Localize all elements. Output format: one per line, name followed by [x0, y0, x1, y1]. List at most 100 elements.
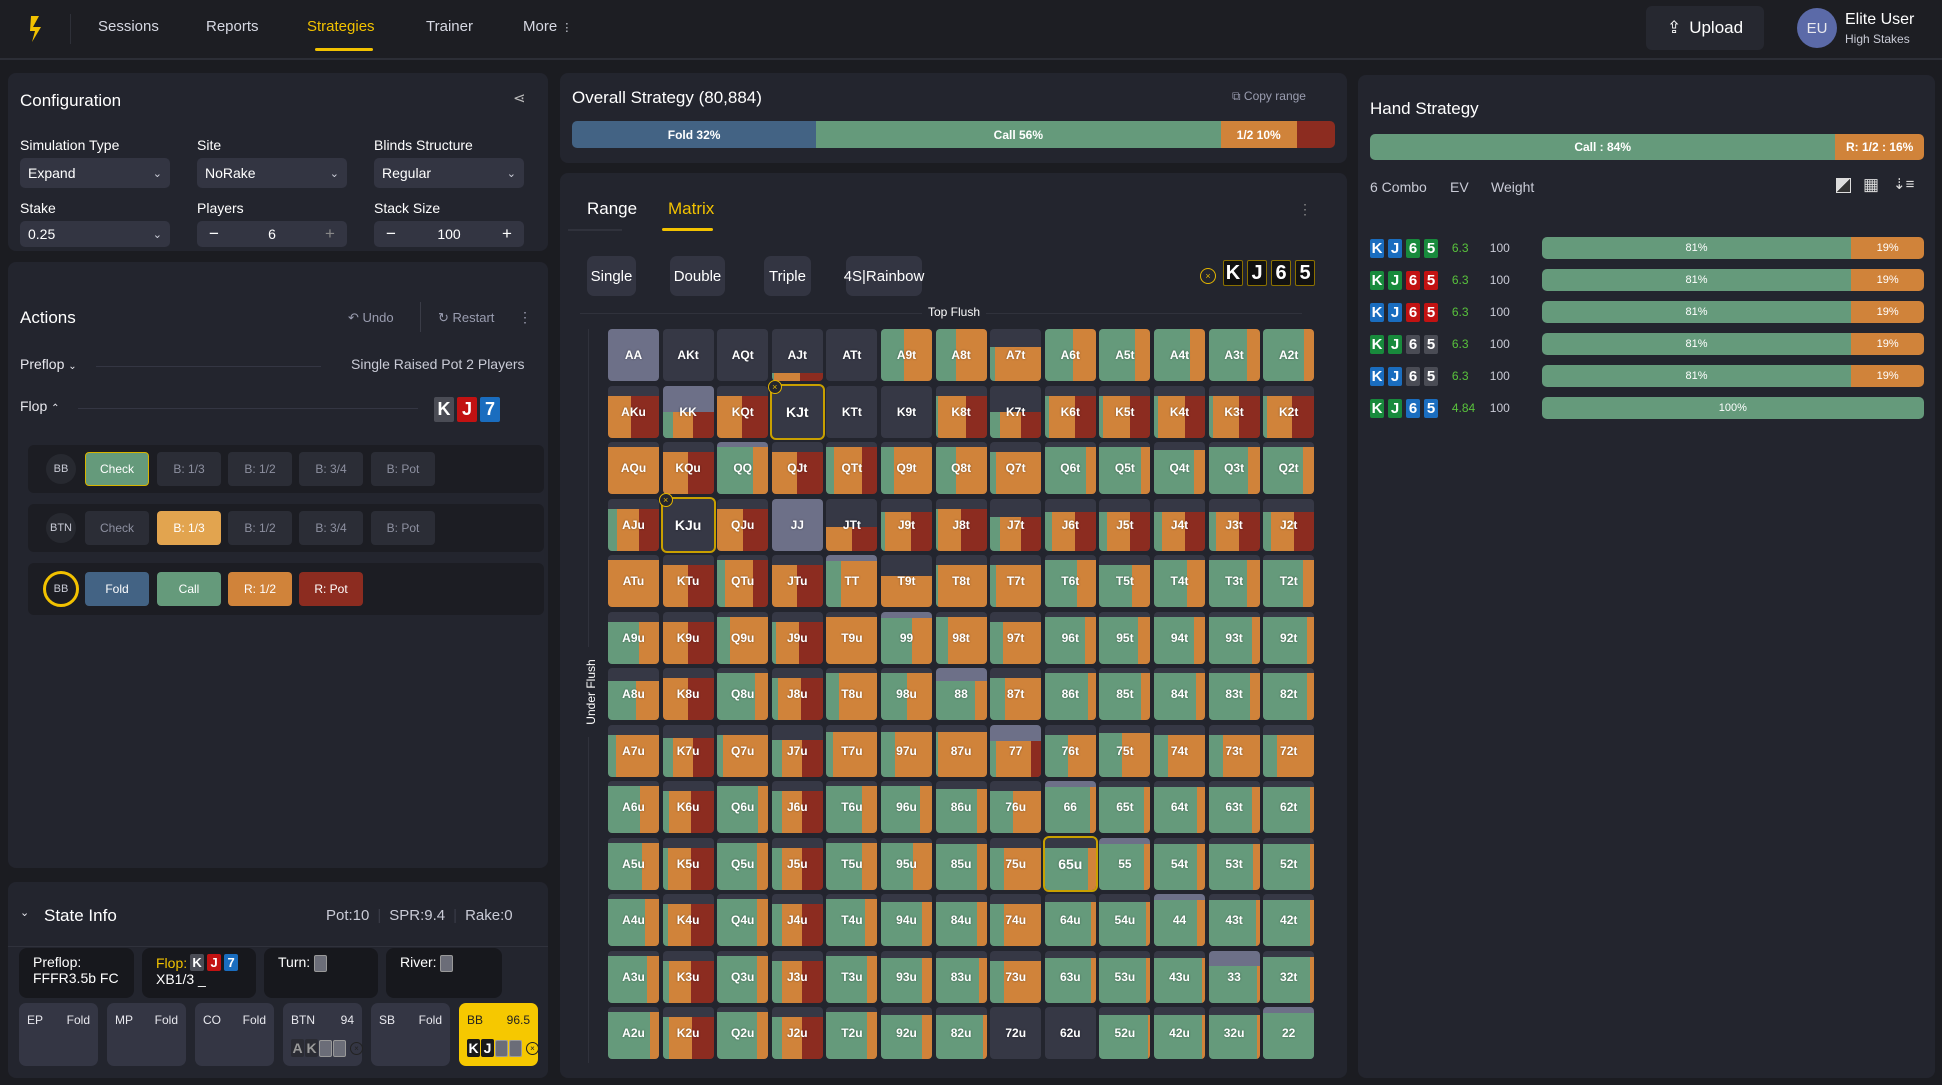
nav-sessions[interactable]: Sessions — [98, 18, 159, 35]
tab-range[interactable]: Range — [587, 199, 637, 219]
combo-row[interactable]: K J 6 5 6.3 100 81% 19% — [1370, 332, 1924, 356]
matrix-cell[interactable]: 94t — [1154, 611, 1205, 664]
matrix-cell[interactable]: K9u — [662, 611, 714, 664]
matrix-cell[interactable]: 84t — [1154, 668, 1205, 720]
column-header-ev[interactable]: EV — [1450, 179, 1469, 195]
matrix-cell[interactable]: J8u — [771, 668, 823, 720]
matrix-cell[interactable]: 65u — [1042, 835, 1098, 892]
filter-triple[interactable]: Triple — [764, 256, 811, 296]
player-seat-bb[interactable]: BB 96.5 K J × — [459, 1003, 539, 1066]
matrix-cell[interactable]: 43u — [1154, 950, 1205, 1003]
matrix-cell[interactable]: K6t — [1044, 385, 1096, 438]
player-seat-co[interactable]: CO Fold — [195, 1003, 274, 1066]
raise-pot-button[interactable]: R: Pot — [299, 572, 363, 606]
matrix-cell[interactable]: K6u — [662, 781, 714, 833]
bet-three-quarter-button[interactable]: B: 3/4 — [299, 452, 363, 486]
matrix-cell[interactable]: T8u — [826, 668, 878, 720]
matrix-cell[interactable]: 54t — [1154, 837, 1205, 890]
matrix-cell[interactable]: 22 — [1263, 1007, 1315, 1059]
nav-reports[interactable]: Reports — [206, 18, 259, 35]
matrix-cell[interactable]: K5t — [1099, 385, 1151, 438]
matrix-cell[interactable]: K7u — [662, 724, 714, 777]
matrix-cell[interactable]: A9t — [881, 329, 932, 381]
matrix-cell[interactable]: 53t — [1208, 837, 1260, 890]
matrix-cell[interactable]: A6t — [1044, 329, 1096, 381]
matrix-cell[interactable]: J7t — [990, 498, 1042, 551]
matrix-cell[interactable]: 94u — [881, 894, 932, 946]
bet-pot-button[interactable]: B: Pot — [371, 511, 435, 545]
matrix-cell[interactable]: 75t — [1099, 724, 1151, 777]
matrix-cell[interactable]: 87t — [990, 668, 1042, 720]
matrix-cell[interactable]: T8t — [935, 555, 987, 607]
matrix-cell[interactable]: Q6t — [1044, 442, 1096, 494]
matrix-cell[interactable]: Q9u — [717, 611, 769, 664]
remove-selection-icon[interactable]: × — [658, 492, 673, 507]
matrix-cell[interactable]: T3t — [1208, 555, 1260, 607]
matrix-cell[interactable]: J2u — [771, 1007, 823, 1059]
matrix-cell[interactable]: ATt — [826, 329, 878, 381]
matrix-cell[interactable]: K4u — [662, 894, 714, 946]
logo-icon[interactable] — [28, 14, 44, 44]
matrix-cell[interactable]: 73u — [990, 950, 1042, 1003]
matrix-cell[interactable]: A7u — [608, 724, 659, 777]
call-button[interactable]: Call — [157, 572, 221, 606]
matrix-cell[interactable]: 97t — [990, 611, 1042, 664]
matrix-cell[interactable]: J9u — [771, 611, 823, 664]
matrix-cell[interactable]: QJt — [771, 442, 823, 494]
matrix-cell[interactable]: 63u — [1044, 950, 1096, 1003]
upload-button[interactable]: ⇪ Upload — [1646, 6, 1764, 50]
copy-range-button[interactable]: ⧉ Copy range — [1232, 89, 1306, 104]
fold-button[interactable]: Fold — [85, 572, 149, 606]
column-header-combo[interactable]: 6 Combo — [1370, 179, 1427, 195]
matrix-cell[interactable]: AA — [608, 329, 659, 381]
filter-single[interactable]: Single — [587, 256, 636, 296]
collapse-chevron-icon[interactable]: ⌄ — [20, 906, 29, 919]
nav-strategies[interactable]: Strategies — [307, 18, 375, 35]
matrix-cell[interactable]: K9t — [881, 385, 932, 438]
matrix-cell[interactable]: KJu — [660, 496, 716, 553]
player-seat-btn[interactable]: BTN 94 A K × — [283, 1003, 363, 1066]
matrix-cell[interactable]: QJu — [717, 498, 769, 551]
site-select[interactable]: NoRake ⌄ — [197, 158, 347, 188]
minus-icon[interactable]: − — [386, 224, 396, 244]
preflop-toggle[interactable]: Preflop ⌄ — [20, 356, 77, 372]
filter-card[interactable]: 5 — [1295, 260, 1315, 286]
matrix-cell[interactable]: Q7t — [990, 442, 1042, 494]
minus-icon[interactable]: − — [209, 224, 219, 244]
combo-row[interactable]: K J 6 5 6.3 100 81% 19% — [1370, 300, 1924, 324]
matrix-cell[interactable]: 97u — [881, 724, 932, 777]
remove-selection-icon[interactable]: × — [767, 379, 782, 394]
players-stepper[interactable]: − 6 + — [197, 221, 347, 247]
matrix-cell[interactable]: 98u — [881, 668, 932, 720]
matrix-cell[interactable]: J5t — [1099, 498, 1151, 551]
more-options-icon[interactable]: ⋮ — [1298, 201, 1312, 218]
matrix-cell[interactable]: A7t — [990, 329, 1042, 381]
matrix-cell[interactable]: Q6u — [717, 781, 769, 833]
bet-half-button[interactable]: B: 1/2 — [228, 511, 292, 545]
matrix-cell[interactable]: ATu — [608, 555, 659, 607]
matrix-cell[interactable]: Q2u — [717, 1007, 769, 1059]
matrix-cell[interactable]: 99 — [881, 611, 932, 664]
matrix-cell[interactable]: A8t — [935, 329, 987, 381]
player-seat-sb[interactable]: SB Fold — [371, 1003, 450, 1066]
matrix-cell[interactable]: 86t — [1044, 668, 1096, 720]
matrix-cell[interactable]: 88 — [935, 668, 987, 720]
matrix-cell[interactable]: Q4t — [1154, 442, 1205, 494]
matrix-cell[interactable]: K3t — [1208, 385, 1260, 438]
matrix-cell[interactable]: 85u — [935, 837, 987, 890]
matrix-cell[interactable]: A4u — [608, 894, 659, 946]
restart-button[interactable]: ↻ Restart — [438, 310, 494, 326]
check-button[interactable]: Check — [85, 452, 149, 486]
matrix-cell[interactable]: 84u — [935, 894, 987, 946]
matrix-cell[interactable]: A3t — [1208, 329, 1260, 381]
matrix-cell[interactable]: 92u — [881, 1007, 932, 1059]
contrast-icon[interactable] — [1836, 178, 1851, 193]
matrix-cell[interactable]: 96t — [1044, 611, 1096, 664]
matrix-cell[interactable]: J8t — [935, 498, 987, 551]
matrix-cell[interactable]: 65t — [1099, 781, 1151, 833]
matrix-cell[interactable]: J5u — [771, 837, 823, 890]
matrix-cell[interactable]: Q2t — [1263, 442, 1315, 494]
matrix-cell[interactable]: 44 — [1154, 894, 1205, 946]
matrix-cell[interactable]: Q9t — [881, 442, 932, 494]
matrix-cell[interactable]: 72t — [1263, 724, 1315, 777]
